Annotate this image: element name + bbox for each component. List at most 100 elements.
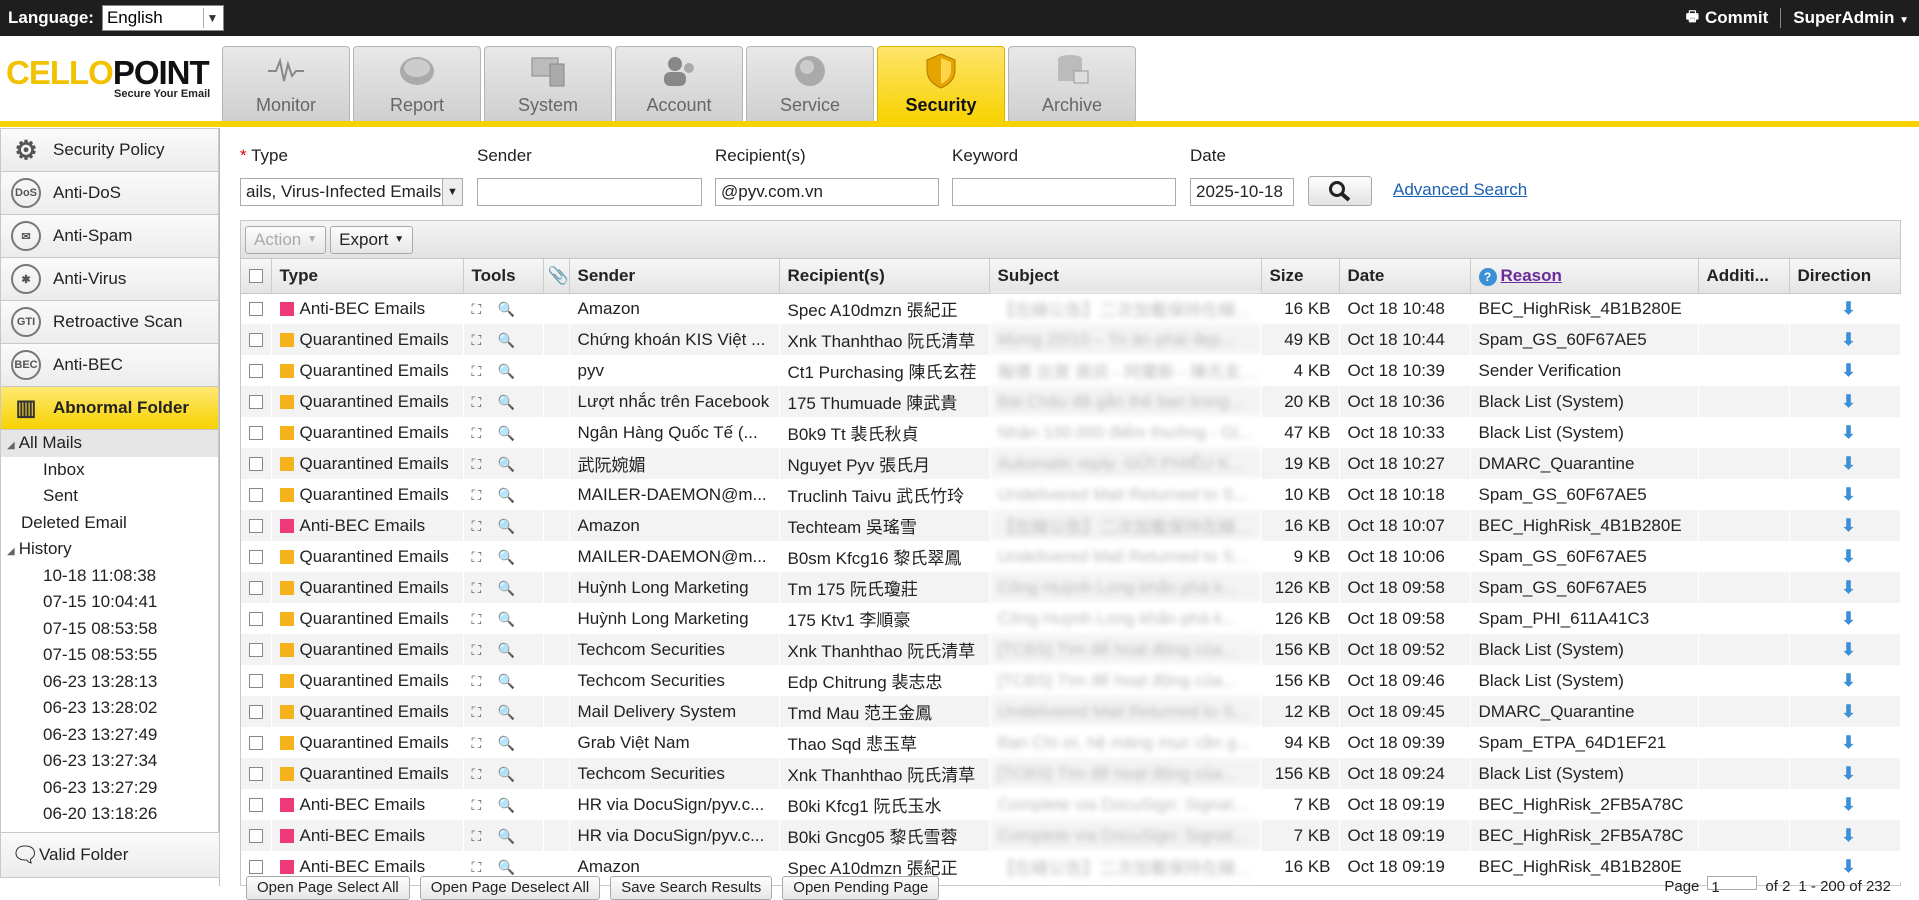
sidebar-item-security-policy[interactable]: ⚙ Security Policy <box>0 128 219 171</box>
col-direction[interactable]: Direction <box>1789 259 1901 294</box>
row-sender[interactable]: Huỳnh Long Marketing <box>569 572 780 603</box>
table-row[interactable]: Anti-BEC Emails ⛶ 🔍 Amazon Spec A10dmzn 張紀正【… <box>241 293 1901 324</box>
tree-node-history-item[interactable]: 07-15 08:53:58 <box>1 616 218 643</box>
row-checkbox[interactable] <box>249 829 263 844</box>
preview-icon[interactable]: ⛶ <box>472 549 490 566</box>
magnifier-icon[interactable]: 🔍 <box>498 828 516 845</box>
magnifier-icon[interactable]: 🔍 <box>498 735 516 752</box>
row-recipient[interactable]: Thao Sqd 悲玉草 <box>779 727 990 758</box>
row-checkbox[interactable] <box>249 488 263 503</box>
page-input[interactable]: 1 <box>1707 876 1758 896</box>
row-checkbox[interactable] <box>249 302 263 317</box>
row-recipient[interactable]: Tm 175 阮氏瓊莊 <box>779 572 990 603</box>
sidebar-item-valid-folder[interactable]: 🗨 Valid Folder <box>0 832 220 878</box>
tree-node-history-item[interactable]: 06-20 13:18:26 <box>1 801 218 828</box>
tree-node-history-item[interactable]: 06-23 13:27:49 <box>1 722 218 749</box>
row-recipient[interactable]: Xnk Thanhthao 阮氏清草 <box>779 634 990 665</box>
row-sender[interactable]: HR via DocuSign/pyv.c... <box>569 820 780 851</box>
row-sender[interactable]: pyv <box>569 355 780 386</box>
tab-monitor[interactable]: Monitor <box>222 46 350 122</box>
row-sender[interactable]: Techcom Securities <box>569 665 780 696</box>
row-recipient[interactable]: Ct1 Purchasing 陳氏玄茬 <box>779 355 990 386</box>
keyword-input[interactable] <box>952 178 1176 206</box>
row-checkbox-cell[interactable] <box>241 479 272 510</box>
row-checkbox[interactable] <box>249 550 263 565</box>
col-sender[interactable]: Sender <box>569 259 780 294</box>
row-sender[interactable]: Techcom Securities <box>569 634 780 665</box>
magnifier-icon[interactable]: 🔍 <box>498 642 516 659</box>
row-checkbox-cell[interactable] <box>241 293 272 324</box>
reason-link[interactable]: Reason <box>1501 266 1562 285</box>
row-subject[interactable]: Undelivered Mail Returned to S... <box>989 696 1262 727</box>
row-recipient[interactable]: Xnk Thanhthao 阮氏清草 <box>779 324 990 355</box>
row-subject[interactable]: [TCBS] Tìm để hoạt động của... <box>989 665 1262 696</box>
chevron-down-icon[interactable]: ▼ <box>202 8 221 28</box>
magnifier-icon[interactable]: 🔍 <box>498 518 516 535</box>
row-subject[interactable]: Bạn Chi ơi, hệ màng mục cần g... <box>989 727 1262 758</box>
row-subject[interactable]: Complete via DocuSign: Signat... <box>989 820 1262 851</box>
row-checkbox-cell[interactable] <box>241 634 272 665</box>
bottom-button[interactable]: Open Page Deselect All <box>419 876 601 900</box>
col-recipients[interactable]: Recipient(s) <box>779 259 990 294</box>
tree-node-deleted[interactable]: Deleted Email <box>1 510 218 537</box>
preview-icon[interactable]: ⛶ <box>472 332 490 349</box>
row-checkbox-cell[interactable] <box>241 355 272 386</box>
tree-node-history[interactable]: ◢ History <box>1 536 218 563</box>
commit-button[interactable]: 🖶 Commit <box>1686 6 1769 30</box>
sidebar-item-retroactive-scan[interactable]: GTI Retroactive Scan <box>0 300 219 343</box>
magnifier-icon[interactable]: 🔍 <box>498 549 516 566</box>
row-subject[interactable]: Mừng 20/10 – Tri ân phái đẹp... <box>989 324 1262 355</box>
table-row[interactable]: Quarantined Emails ⛶ 🔍 Chứng khoán KIS Việt… <box>241 324 1901 355</box>
table-row[interactable]: Quarantined Emails ⛶ 🔍 Grab Việt Nam Thao Sq… <box>241 727 1901 758</box>
row-subject[interactable]: 【在線公告】二次加載保持在線... <box>989 293 1262 324</box>
preview-icon[interactable]: ⛶ <box>472 828 490 845</box>
tree-node-history-item[interactable]: 10-18 11:08:38 <box>1 563 218 590</box>
bottom-button[interactable]: Open Page Select All <box>246 876 410 900</box>
magnifier-icon[interactable]: 🔍 <box>498 456 516 473</box>
tab-archive[interactable]: Archive <box>1008 46 1136 122</box>
magnifier-icon[interactable]: 🔍 <box>498 797 516 814</box>
row-subject[interactable]: Công Huỳnh Long khẩn phá k... <box>989 572 1262 603</box>
table-row[interactable]: Quarantined Emails ⛶ 🔍 MAILER-DAEMON@m... B0… <box>241 541 1901 572</box>
tree-node-sent[interactable]: Sent <box>1 483 218 510</box>
preview-icon[interactable]: ⛶ <box>472 797 490 814</box>
row-recipient[interactable]: B0ki Gncg05 黎氏雪蓉 <box>779 820 990 851</box>
row-checkbox-cell[interactable] <box>241 572 272 603</box>
table-row[interactable]: Quarantined Emails ⛶ 🔍 Techcom Securities Xn… <box>241 634 1901 665</box>
col-additional[interactable]: Additi... <box>1698 259 1790 294</box>
preview-icon[interactable]: ⛶ <box>472 673 490 690</box>
tab-report[interactable]: Report <box>353 46 481 122</box>
row-sender[interactable]: Mail Delivery System <box>569 696 780 727</box>
tree-node-history-item[interactable]: 07-15 10:04:41 <box>1 589 218 616</box>
tab-security[interactable]: Security <box>877 46 1005 122</box>
preview-icon[interactable]: ⛶ <box>472 518 490 535</box>
row-sender[interactable]: MAILER-DAEMON@m... <box>569 541 780 572</box>
chevron-down-icon[interactable]: ▼ <box>442 179 462 205</box>
row-subject[interactable]: 報價 出貨 資訊 - 阿蘭新 - 陳氏玄 出貨 <box>989 355 1262 386</box>
row-checkbox-cell[interactable] <box>241 448 272 479</box>
row-checkbox[interactable] <box>249 736 263 751</box>
bottom-button[interactable]: Save Search Results <box>610 876 773 900</box>
row-sender[interactable]: Techcom Securities <box>569 758 780 789</box>
table-row[interactable]: Quarantined Emails ⛶ 🔍 Lượt nhắc trên Faceb… <box>241 386 1901 417</box>
row-checkbox-cell[interactable] <box>241 541 272 572</box>
row-recipient[interactable]: Tmd Mau 范王金鳳 <box>779 696 990 727</box>
row-recipient[interactable]: Truclinh Taivu 武氏竹玲 <box>779 479 990 510</box>
col-size[interactable]: Size <box>1261 259 1340 294</box>
sidebar-item-anti-virus[interactable]: ✱ Anti-Virus <box>0 257 219 300</box>
row-subject[interactable]: 【在線公告】二次加載保持在線... <box>989 510 1262 541</box>
sidebar-item-anti-bec[interactable]: BEC Anti-BEC <box>0 343 219 386</box>
col-tools[interactable]: Tools <box>463 259 544 294</box>
row-subject[interactable]: [TCBS] Tìm để hoạt động của... <box>989 634 1262 665</box>
col-reason[interactable]: ? Reason <box>1470 259 1699 294</box>
select-all-checkbox[interactable] <box>249 269 263 284</box>
collapse-triangle-icon[interactable]: ◢ <box>7 546 15 557</box>
sender-input[interactable] <box>477 178 702 206</box>
search-button[interactable] <box>1308 176 1372 206</box>
row-checkbox-cell[interactable] <box>241 603 272 634</box>
preview-icon[interactable]: ⛶ <box>472 859 490 876</box>
user-menu[interactable]: SuperAdmin ▼ <box>1793 8 1909 28</box>
table-row[interactable]: Quarantined Emails ⛶ 🔍 Ngân Hàng Quốc Tế (.… <box>241 417 1901 448</box>
row-checkbox[interactable] <box>249 581 263 596</box>
tree-node-history-item[interactable]: 06-23 13:27:34 <box>1 748 218 775</box>
